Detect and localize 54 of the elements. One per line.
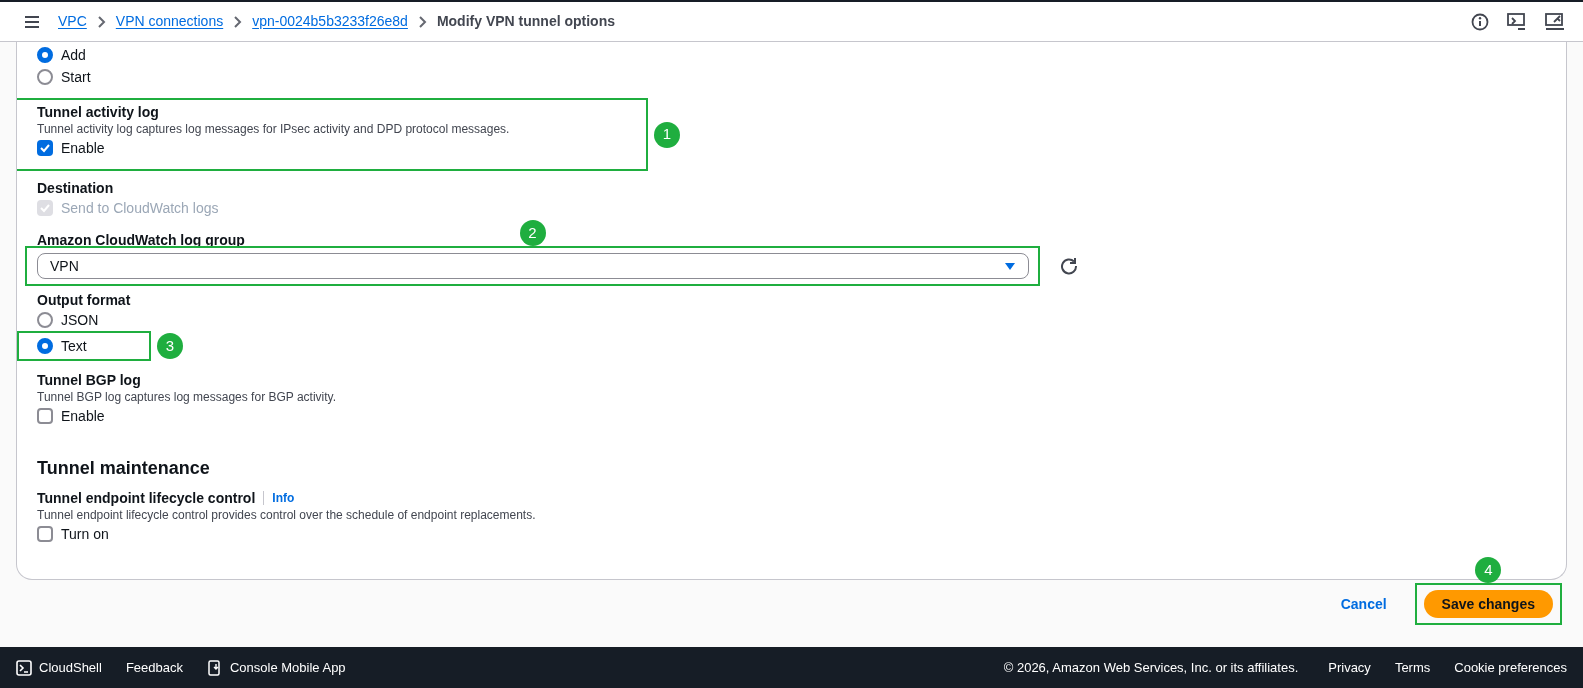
radio-button[interactable] [37, 338, 53, 354]
footer-link[interactable]: Feedback [125, 657, 183, 678]
field-label: Destination [37, 179, 114, 197]
breadcrumb-link[interactable]: VPN connections [115, 11, 224, 32]
refresh-icon[interactable] [1060, 257, 1078, 275]
step-number-badge: 1 [654, 121, 680, 148]
footer-link[interactable]: Console Mobile App [206, 657, 346, 678]
field-label: Tunnel BGP log [37, 371, 141, 389]
monitor-arrow-icon[interactable] [1507, 12, 1527, 31]
field-label: Tunnel endpoint lifecycle control [37, 489, 256, 507]
caret-down-icon [1004, 261, 1016, 271]
footer-link[interactable]: Privacy [1328, 657, 1371, 678]
step-number-badge: 2 [519, 220, 546, 246]
chevron-right-icon [96, 15, 106, 28]
section-heading: Tunnel maintenance [37, 457, 211, 479]
info-icon[interactable] [1471, 12, 1489, 31]
breadcrumb-link[interactable]: VPC [58, 11, 87, 32]
field-description: Tunnel BGP log captures log messages for BGP activity. [37, 389, 338, 405]
footer-link[interactable]: CloudShell [16, 657, 102, 678]
checkbox[interactable] [37, 140, 53, 156]
checkbox-option[interactable]: Enable [37, 405, 1546, 427]
breadcrumb-current: Modify VPN tunnel options [436, 12, 615, 31]
checkbox-option[interactable]: Enable [37, 137, 646, 159]
radio-label[interactable]: JSON [61, 309, 99, 331]
radio-button[interactable] [37, 312, 53, 328]
radio-button[interactable] [37, 47, 53, 63]
info-link[interactable]: Info [272, 489, 295, 507]
checkbox[interactable] [37, 526, 53, 542]
cancel-button[interactable]: Cancel [1332, 593, 1395, 615]
monitor-tool-icon[interactable] [1545, 12, 1565, 31]
checkmark-icon [39, 142, 51, 154]
checkbox-option[interactable]: Turn on [37, 523, 1546, 545]
menu-icon[interactable] [24, 14, 40, 29]
copyright-text: © 2026, Amazon Web Services, Inc. or its affiliates. [1003, 658, 1299, 677]
footer-link[interactable]: Terms [1394, 657, 1431, 678]
step-number-badge: 3 [157, 333, 183, 359]
chevron-right-icon [417, 15, 427, 28]
radio-label[interactable]: Text [61, 335, 87, 357]
chevron-right-icon [233, 15, 243, 28]
radio-button[interactable] [37, 69, 53, 85]
log-group-select[interactable]: VPN [37, 253, 1029, 279]
phone-icon [206, 659, 223, 676]
field-description: Tunnel activity log captures log messages for IPsec activity and DPD protocol messages. [37, 121, 511, 137]
terminal-icon [16, 659, 32, 676]
checkbox[interactable] [37, 408, 53, 424]
radio-label[interactable]: Start [61, 66, 91, 88]
footer-link[interactable]: Cookie preferences [1454, 657, 1567, 678]
field-label: Output format [37, 291, 131, 309]
save-changes-button[interactable]: Save changes [1423, 590, 1553, 618]
breadcrumb-link[interactable]: vpn-0024b5b3233f26e8d [252, 11, 408, 32]
field-label: Tunnel activity log [37, 103, 159, 121]
checkbox-option: Send to CloudWatch logs [37, 197, 1546, 219]
radio-label[interactable]: Add [61, 44, 86, 66]
field-description: Tunnel endpoint lifecycle control provides control over the schedule of endpoint replacements. [37, 507, 537, 523]
